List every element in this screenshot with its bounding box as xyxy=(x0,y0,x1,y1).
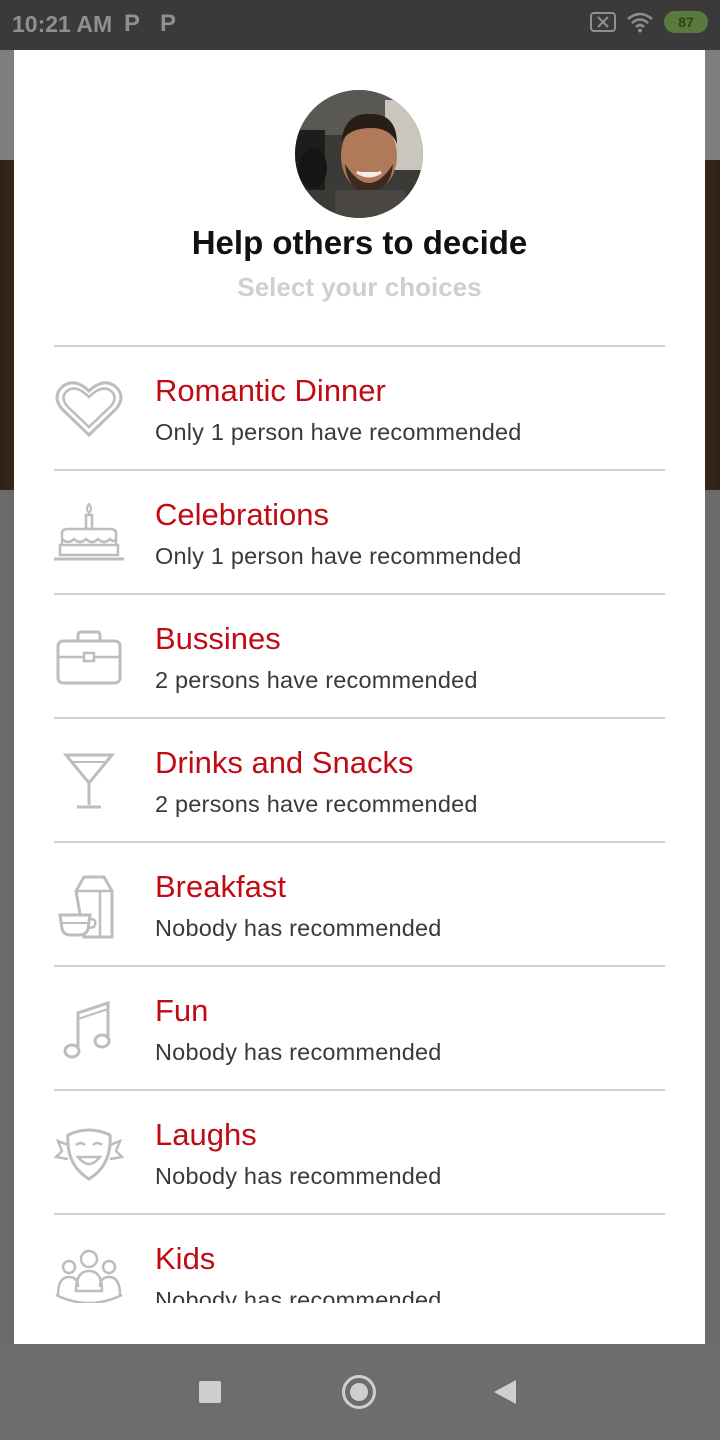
status-time: 10:21 AM xyxy=(12,11,113,37)
choice-recommend-count: Nobody has recommended xyxy=(155,1163,442,1189)
choice-item-kids[interactable]: Kids Nobody has recommended xyxy=(54,1213,665,1303)
dialog-subtitle: Select your choices xyxy=(237,272,482,302)
choice-item-business[interactable]: Bussines 2 persons have recommended xyxy=(54,593,665,717)
choice-item-breakfast[interactable]: Breakfast Nobody has recommended xyxy=(54,841,665,965)
avatar-photo xyxy=(295,90,423,218)
music-note-icon xyxy=(54,997,124,1063)
choice-recommend-count: Nobody has recommended xyxy=(155,1287,442,1303)
wifi-icon xyxy=(627,12,653,33)
navigation-bar xyxy=(0,1344,720,1440)
cake-icon xyxy=(54,501,124,567)
battery-icon: 87 xyxy=(664,11,708,33)
choice-item-celebrations[interactable]: Celebrations Only 1 person have recommen… xyxy=(54,469,665,593)
choice-title: Bussines xyxy=(155,621,281,656)
choice-item-laughs[interactable]: Laughs Nobody has recommended xyxy=(54,1089,665,1213)
choice-title: Fun xyxy=(155,993,209,1028)
recent-apps-button[interactable] xyxy=(199,1381,221,1403)
sim-off-icon xyxy=(590,12,616,32)
theater-mask-icon xyxy=(54,1121,124,1187)
choice-title: Celebrations xyxy=(155,497,330,532)
choices-list: Romantic Dinner Only 1 person have recom… xyxy=(54,345,665,1303)
status-icons: 87 xyxy=(590,11,708,33)
avatar xyxy=(295,90,423,218)
choice-recommend-count: Nobody has recommended xyxy=(155,1039,442,1065)
choice-title: Kids xyxy=(155,1241,216,1276)
choice-item-fun[interactable]: Fun Nobody has recommended xyxy=(54,965,665,1089)
choice-recommend-count: Only 1 person have recommended xyxy=(155,419,522,445)
notification-p-icon: P xyxy=(124,10,141,37)
notification-p-icon: P xyxy=(160,10,177,37)
choice-title: Drinks and Snacks xyxy=(155,745,414,780)
choice-recommend-count: 2 persons have recommended xyxy=(155,667,478,693)
heart-icon xyxy=(54,377,124,443)
cocktail-icon xyxy=(54,749,124,815)
back-button[interactable] xyxy=(494,1380,516,1404)
briefcase-icon xyxy=(54,625,124,691)
status-bar: 10:21 AM P P 87 xyxy=(0,0,720,50)
choice-item-romantic-dinner[interactable]: Romantic Dinner Only 1 person have recom… xyxy=(54,345,665,469)
dialog-title: Help others to decide xyxy=(191,224,528,261)
choice-title: Romantic Dinner xyxy=(155,373,386,408)
home-button[interactable] xyxy=(342,1375,376,1409)
choice-title: Breakfast xyxy=(155,869,286,904)
family-icon xyxy=(54,1245,124,1303)
breakfast-icon xyxy=(54,873,124,939)
recommend-dialog: Help others to decide Select your choice… xyxy=(14,50,705,1344)
choice-title: Laughs xyxy=(155,1117,257,1152)
choice-item-drinks-and-snacks[interactable]: Drinks and Snacks 2 persons have recomme… xyxy=(54,717,665,841)
choice-recommend-count: Nobody has recommended xyxy=(155,915,442,941)
choice-recommend-count: Only 1 person have recommended xyxy=(155,543,522,569)
choice-recommend-count: 2 persons have recommended xyxy=(155,791,478,817)
